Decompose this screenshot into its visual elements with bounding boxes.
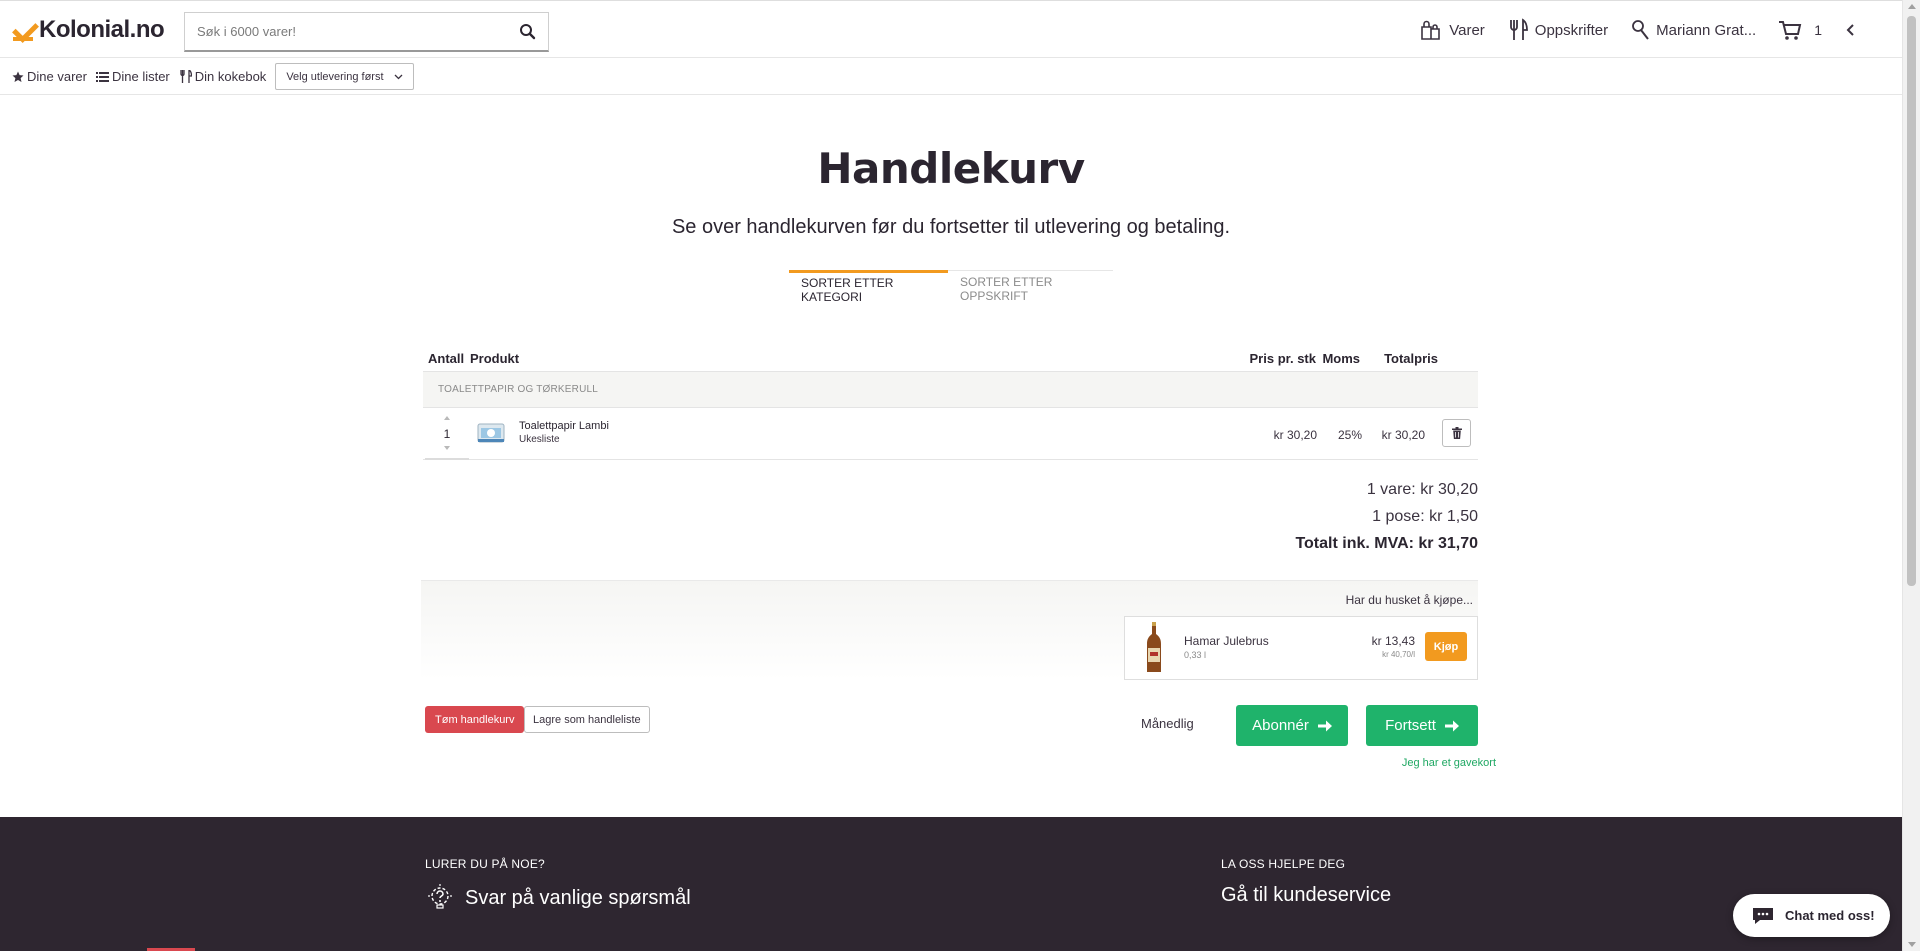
lightbulb-question-icon bbox=[428, 884, 452, 909]
cart-count: 1 bbox=[1814, 22, 1822, 38]
vertical-scrollbar[interactable] bbox=[1902, 0, 1920, 951]
delivery-select[interactable]: Velg utlevering først bbox=[275, 63, 414, 90]
footer-faq-label: Svar på vanlige spørsmål bbox=[465, 886, 691, 909]
product-name[interactable]: Toalettpapir Lambi bbox=[519, 420, 609, 432]
upsell-product-name[interactable]: Hamar Julebrus bbox=[1184, 634, 1269, 648]
page-subtitle: Se over handlekurven før du fortsetter t… bbox=[671, 216, 1231, 238]
star-icon bbox=[12, 71, 24, 82]
nav-products-label: Varer bbox=[1449, 21, 1485, 39]
product-list: Ukesliste bbox=[519, 434, 560, 445]
continue-label: Fortsett bbox=[1385, 717, 1436, 734]
subnav-my-lists[interactable]: Dine lister bbox=[95, 69, 170, 84]
nav-user-label: Mariann Grat... bbox=[1656, 21, 1757, 39]
column-vat: Moms bbox=[1322, 350, 1360, 366]
footer-faq-link[interactable]: Svar på vanlige spørsmål bbox=[425, 884, 691, 912]
summary-total: Totalt ink. MVA: kr 31,70 bbox=[1295, 535, 1478, 552]
sub-nav: Dine varer Dine lister Din kokebok Velg … bbox=[0, 59, 1902, 95]
column-quantity: Antall bbox=[428, 350, 465, 366]
tab-sort-category[interactable]: SORTER ETTER KATEGORI bbox=[789, 270, 948, 306]
increase-arrow-icon[interactable] bbox=[444, 416, 450, 420]
subnav-my-products-label: Dine varer bbox=[27, 69, 87, 84]
unit-price: kr 30,20 bbox=[1273, 428, 1317, 442]
nav-recipes-label: Oppskrifter bbox=[1534, 21, 1609, 39]
decrease-arrow-icon[interactable] bbox=[444, 446, 450, 450]
gift-card-link[interactable]: Jeg har et gavekort bbox=[1402, 757, 1496, 769]
sort-tabs: SORTER ETTER KATEGORI SORTER ETTER OPPSK… bbox=[789, 270, 1113, 306]
cart-table: Antall Produkt Pris pr. stk Moms Totalpr… bbox=[423, 345, 1478, 460]
continue-button[interactable]: Fortsett bbox=[1366, 705, 1478, 746]
monthly-label: Månedlig bbox=[1141, 716, 1194, 731]
subscribe-button[interactable]: Abonnér bbox=[1236, 705, 1348, 746]
delivery-select-value: Velg utlevering først bbox=[286, 70, 384, 83]
table-row: 1 Toalettpapir Lambi Ukesliste kr 30,20 … bbox=[423, 408, 1478, 460]
remove-item-button[interactable] bbox=[1442, 419, 1471, 447]
logo-icon bbox=[13, 20, 33, 41]
cutlery-icon bbox=[1509, 18, 1528, 40]
category-row: TOALETTPAPIR OG TØRKERULL bbox=[423, 371, 1478, 408]
subnav-my-cookbook[interactable]: Din kokebok bbox=[179, 69, 267, 84]
trash-icon bbox=[1451, 427, 1462, 439]
upsell-section: Har du husket å kjøpe... Hamar Julebrus … bbox=[421, 580, 1478, 680]
main-nav: Varer Oppskrifter Mariann Grat... 1 bbox=[1397, 1, 1862, 59]
chat-button[interactable]: Chat med oss! bbox=[1733, 894, 1890, 937]
collapse-cart-button[interactable] bbox=[1844, 23, 1862, 37]
scrollbar-thumb[interactable] bbox=[1907, 16, 1916, 586]
scroll-up-arrow-icon[interactable] bbox=[1908, 4, 1916, 9]
subnav-my-cookbook-label: Din kokebok bbox=[194, 69, 267, 84]
page-title: Handlekurv bbox=[817, 144, 1085, 193]
column-total: Totalpris bbox=[1384, 350, 1438, 366]
footer: LURER DU PÅ NOE? Svar på vanlige spørsmå… bbox=[0, 817, 1902, 951]
logo-text: Kolonial.no bbox=[39, 16, 165, 43]
tab-sort-recipe[interactable]: SORTER ETTER OPPSKRIFT bbox=[948, 270, 1113, 306]
list-icon bbox=[95, 71, 109, 82]
user-whisk-icon bbox=[1632, 20, 1649, 40]
footer-support-kicker: LA OSS HJELPE DEG bbox=[1221, 857, 1346, 871]
save-list-button[interactable]: Lagre som handleliste bbox=[524, 706, 650, 733]
product-image bbox=[1147, 622, 1161, 672]
cutlery-icon bbox=[180, 70, 192, 83]
buy-button[interactable]: Kjøp bbox=[1425, 632, 1467, 661]
logo[interactable]: Kolonial.no bbox=[13, 15, 165, 45]
upsell-product-unit-price: kr 40,70/l bbox=[1382, 650, 1415, 659]
top-header: Kolonial.no Varer Oppskrifter bbox=[0, 0, 1902, 58]
upsell-product-card[interactable]: Hamar Julebrus 0,33 l kr 13,43 kr 40,70/… bbox=[1124, 616, 1478, 680]
search-input[interactable] bbox=[185, 13, 505, 50]
chat-label: Chat med oss! bbox=[1785, 908, 1875, 923]
nav-cart[interactable]: 1 bbox=[1778, 19, 1822, 41]
nav-recipes[interactable]: Oppskrifter bbox=[1507, 18, 1608, 42]
total-price: kr 30,20 bbox=[1381, 428, 1425, 442]
upsell-product-price: kr 13,43 bbox=[1371, 634, 1415, 648]
vat-rate: 25% bbox=[1337, 428, 1362, 442]
scroll-down-arrow-icon[interactable] bbox=[1908, 942, 1916, 947]
arrow-right-icon bbox=[1317, 720, 1332, 731]
summary-bags: 1 pose: kr 1,50 bbox=[1372, 508, 1478, 525]
subscribe-label: Abonnér bbox=[1252, 717, 1309, 734]
chevron-left-icon bbox=[1846, 24, 1854, 36]
column-product: Produkt bbox=[470, 350, 520, 366]
quantity-stepper[interactable]: 1 bbox=[425, 408, 469, 460]
product-image[interactable] bbox=[476, 419, 506, 447]
shopping-bags-icon bbox=[1421, 20, 1441, 40]
cart-header-row: Antall Produkt Pris pr. stk Moms Totalpr… bbox=[423, 345, 1478, 371]
empty-cart-button[interactable]: Tøm handlekurv bbox=[425, 706, 525, 733]
subnav-my-lists-label: Dine lister bbox=[111, 69, 170, 84]
footer-support-link[interactable]: Gå til kundeservice bbox=[1221, 884, 1391, 907]
cart-icon bbox=[1779, 21, 1802, 40]
category-name: TOALETTPAPIR OG TØRKERULL bbox=[438, 384, 599, 395]
chevron-down-icon bbox=[394, 74, 402, 79]
quantity-value: 1 bbox=[443, 427, 451, 441]
footer-faq-kicker: LURER DU PÅ NOE? bbox=[425, 857, 545, 871]
footer-support-label: Gå til kundeservice bbox=[1221, 884, 1392, 906]
upsell-product-volume: 0,33 l bbox=[1184, 650, 1207, 660]
search-box bbox=[184, 12, 549, 52]
upsell-title: Har du husket å kjøpe... bbox=[1345, 593, 1473, 607]
nav-products[interactable]: Varer bbox=[1419, 18, 1485, 42]
search-icon[interactable] bbox=[518, 22, 538, 42]
arrow-right-icon bbox=[1444, 720, 1459, 731]
column-unit-price: Pris pr. stk bbox=[1249, 350, 1316, 366]
chat-bubble-icon bbox=[1753, 907, 1773, 924]
subnav-my-products[interactable]: Dine varer bbox=[12, 69, 87, 84]
nav-user[interactable]: Mariann Grat... bbox=[1630, 19, 1756, 41]
summary-items: 1 vare: kr 30,20 bbox=[1366, 481, 1478, 498]
